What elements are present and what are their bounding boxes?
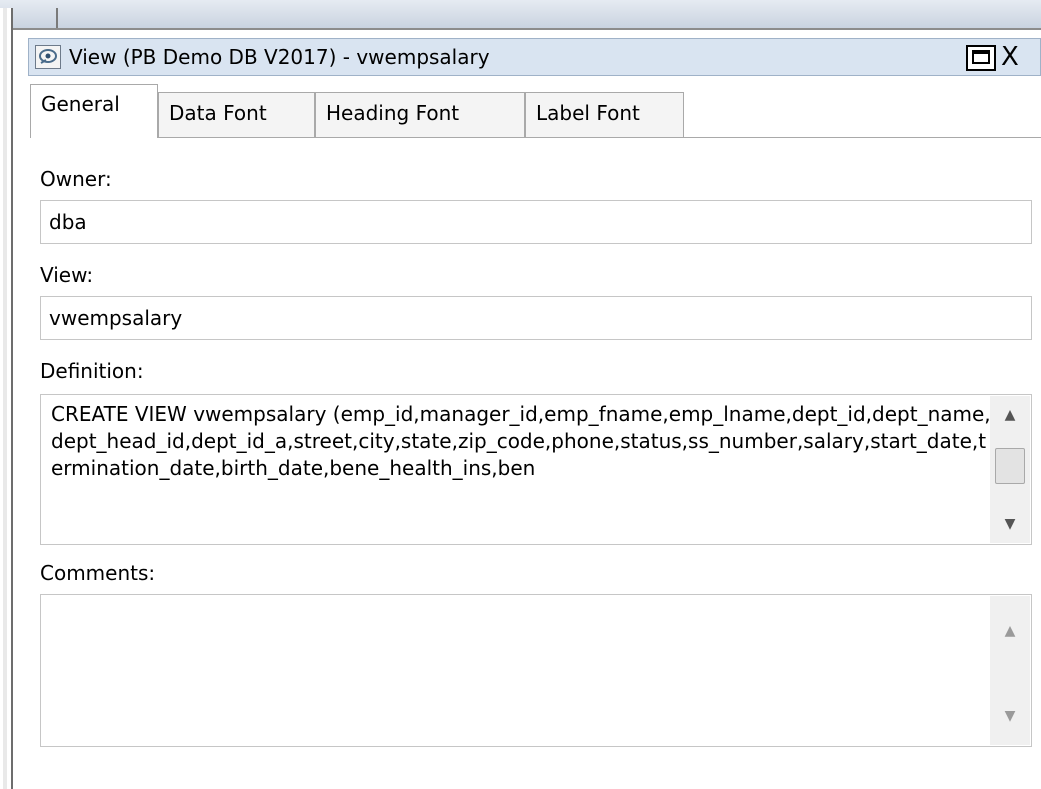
view-label: View:: [40, 263, 94, 287]
scroll-up-icon[interactable]: ▲: [990, 400, 1030, 430]
comments-label: Comments:: [40, 561, 156, 585]
comments-textarea[interactable]: ▲ ▼: [40, 594, 1032, 747]
title-bar[interactable]: View (PB Demo DB V2017) - vwempsalary X: [28, 38, 1041, 76]
scroll-down-icon[interactable]: ▼: [990, 701, 1030, 731]
definition-label: Definition:: [40, 359, 144, 383]
close-icon[interactable]: X: [1001, 43, 1019, 71]
parent-window-divider: [56, 8, 58, 28]
tab-data-font[interactable]: Data Font: [158, 92, 315, 138]
view-icon: [35, 45, 61, 69]
tab-heading-font[interactable]: Heading Font: [315, 92, 525, 138]
parent-window-frame: [0, 8, 13, 789]
scroll-up-icon[interactable]: ▲: [990, 616, 1030, 646]
maximize-icon[interactable]: [966, 45, 996, 71]
owner-label: Owner:: [40, 167, 112, 191]
owner-field[interactable]: dba: [40, 200, 1032, 244]
tab-strip: General Data Font Heading Font Label Fon…: [30, 84, 1041, 138]
tab-general[interactable]: General: [30, 84, 158, 138]
tab-label-font[interactable]: Label Font: [525, 92, 684, 138]
comments-scrollbar[interactable]: ▲ ▼: [990, 596, 1030, 745]
view-name-field[interactable]: vwempsalary: [40, 296, 1032, 340]
window-title: View (PB Demo DB V2017) - vwempsalary: [69, 45, 490, 69]
parent-window-strip: [0, 0, 1041, 30]
scroll-down-icon[interactable]: ▼: [990, 509, 1030, 539]
view-properties-window: View (PB Demo DB V2017) - vwempsalary X …: [24, 30, 1041, 789]
definition-text: CREATE VIEW vwempsalary (emp_id,manager_…: [51, 402, 991, 480]
definition-scrollbar[interactable]: ▲ ▼: [990, 396, 1030, 543]
definition-textarea[interactable]: CREATE VIEW vwempsalary (emp_id,manager_…: [40, 394, 1032, 545]
tab-divider: [30, 137, 1041, 138]
scroll-thumb[interactable]: [995, 448, 1025, 484]
